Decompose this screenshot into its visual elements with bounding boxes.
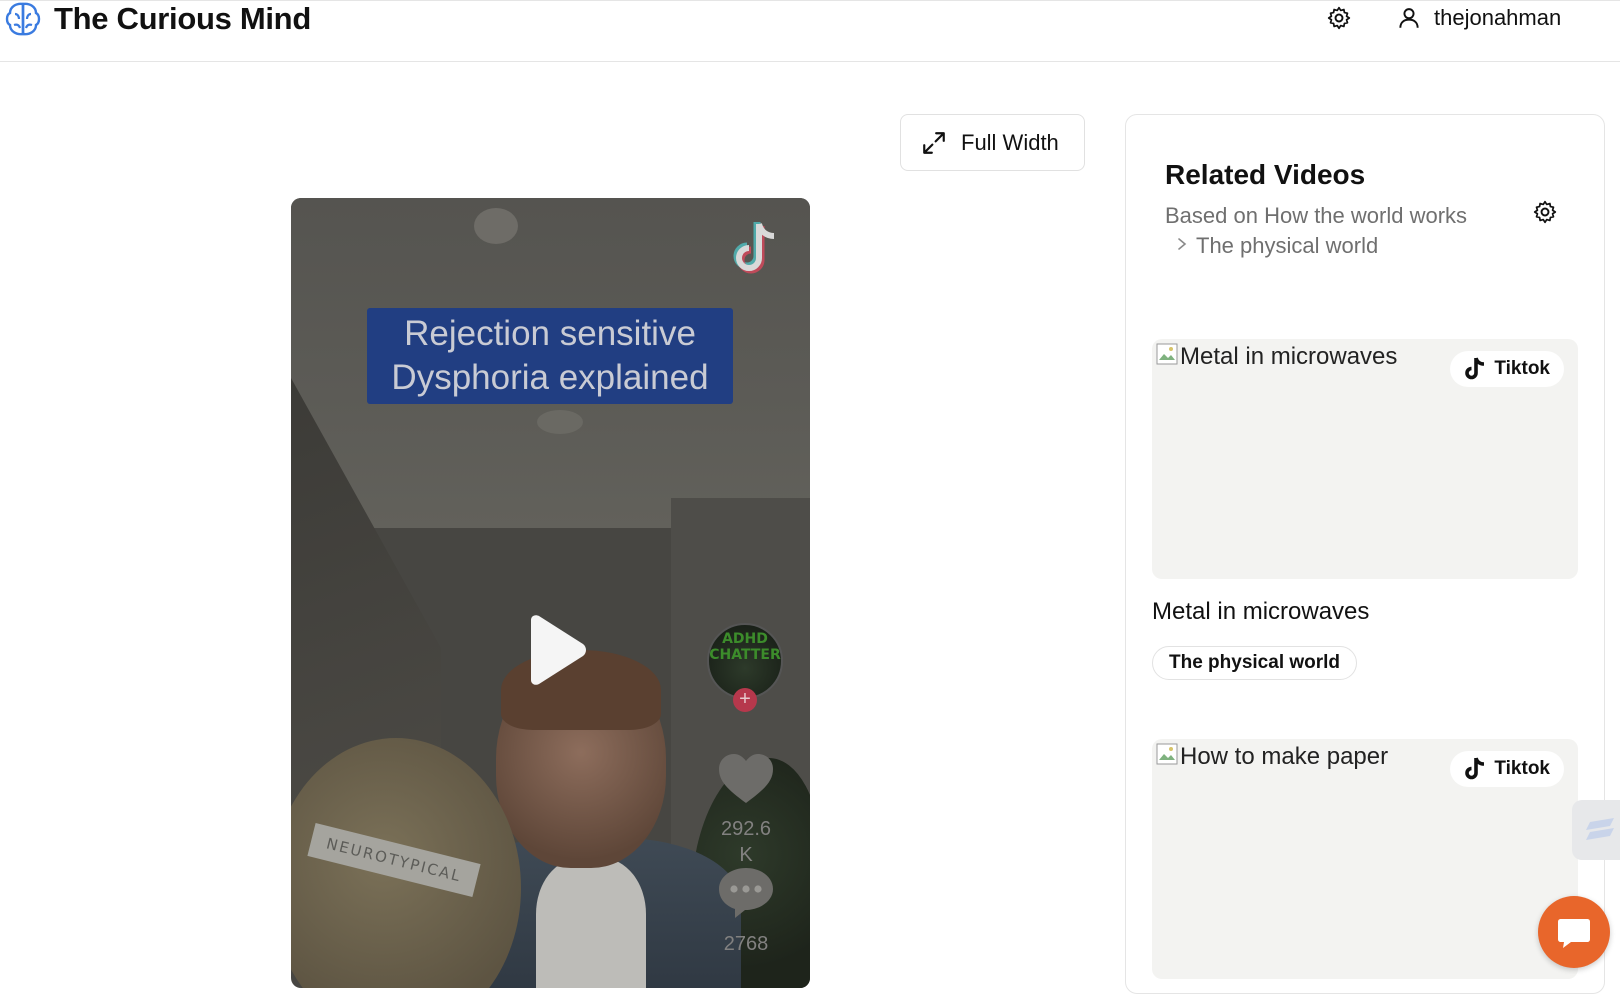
thumbnail-alt-text: Metal in microwaves <box>1156 343 1397 371</box>
tiktok-badge-label: Tiktok <box>1494 358 1550 379</box>
full-width-label: Full Width <box>961 129 1059 155</box>
video-player[interactable]: NEUROTYPICAL Rejection sensitive Dysphor… <box>291 198 810 988</box>
thumbnail-alt-label: Metal in microwaves <box>1180 343 1398 370</box>
video-caption-line: Dysphoria explained <box>391 358 709 397</box>
full-width-button[interactable]: Full Width <box>900 114 1085 171</box>
related-based-on: Based on How the world works <box>1165 203 1468 228</box>
chat-button[interactable] <box>1538 896 1610 968</box>
related-video-thumbnail[interactable]: How to make paper Tiktok <box>1152 739 1578 979</box>
follow-plus-icon[interactable]: + <box>733 688 757 712</box>
app-title[interactable]: The Curious Mind <box>54 1 311 37</box>
tiktok-badge: Tiktok <box>1450 751 1564 787</box>
like-count: 292.6 K <box>701 816 791 868</box>
video-caption: Rejection sensitive Dysphoria explained <box>367 308 733 404</box>
tiktok-badge: Tiktok <box>1450 351 1564 387</box>
related-videos-panel: Related Videos Based on How the world wo… <box>1125 114 1605 994</box>
heart-icon[interactable] <box>717 753 775 805</box>
gear-icon[interactable] <box>1532 199 1558 225</box>
video-scene-light <box>537 410 583 434</box>
like-count-unit: K <box>739 844 753 866</box>
chat-bubble-icon <box>1558 919 1590 948</box>
video-scene-shirt <box>536 858 646 988</box>
username-link[interactable]: thejonahman <box>1434 5 1561 31</box>
side-extension-widget[interactable] <box>1572 800 1620 860</box>
expand-icon <box>923 131 945 154</box>
related-subcategory: The physical world <box>1196 233 1379 258</box>
video-caption-line: Rejection sensitive <box>404 314 696 353</box>
top-header: The Curious Mind thejonahman <box>0 0 1620 62</box>
thumbnail-alt-label: How to make paper <box>1180 743 1389 770</box>
comment-icon[interactable] <box>717 866 775 920</box>
tiktok-icon <box>1465 757 1485 780</box>
avatar-text-line: ADHD <box>722 631 768 647</box>
related-videos-title: Related Videos <box>1165 159 1366 190</box>
thumbnail-alt-text: How to make paper <box>1156 743 1388 771</box>
broken-image-icon <box>1156 343 1178 365</box>
comment-count: 2768 <box>723 933 769 955</box>
user-icon[interactable] <box>1396 5 1422 31</box>
avatar-text: ADHD CHATTER <box>709 631 781 663</box>
tiktok-icon <box>1465 357 1485 380</box>
like-count-value: 292.6 <box>720 818 772 840</box>
broken-image-icon <box>1156 743 1178 765</box>
gear-icon[interactable] <box>1326 5 1352 31</box>
brain-logo-icon[interactable] <box>4 1 42 37</box>
stack-icon <box>1586 818 1614 840</box>
related-video-thumbnail[interactable]: Metal in microwaves Tiktok <box>1152 339 1578 579</box>
chevron-right-icon <box>1178 238 1187 250</box>
video-scene-smoke-detector <box>474 208 518 244</box>
related-video-tag[interactable]: The physical world <box>1152 646 1358 680</box>
avatar-text-line: CHATTER <box>709 647 781 663</box>
tiktok-badge-label: Tiktok <box>1494 758 1550 779</box>
play-icon[interactable] <box>523 614 587 686</box>
related-video-title[interactable]: Metal in microwaves <box>1152 598 1369 626</box>
tiktok-logo-icon <box>733 222 775 274</box>
